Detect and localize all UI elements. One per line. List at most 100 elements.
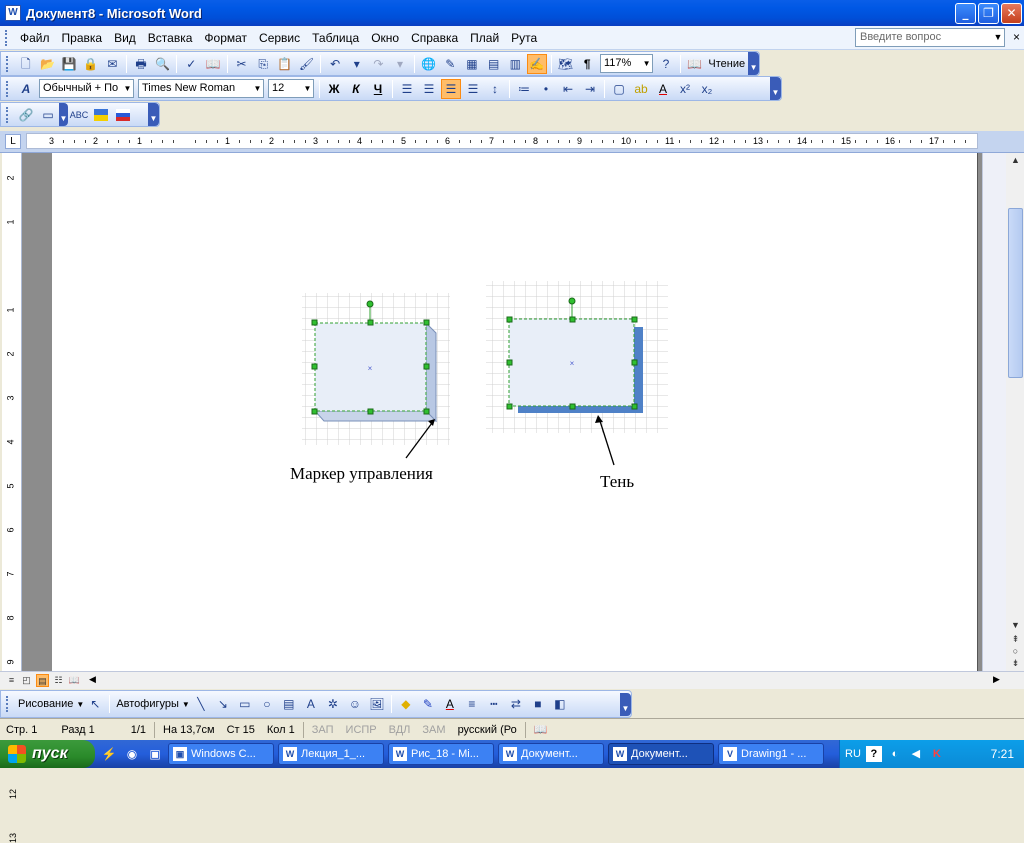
show-hide-icon[interactable]: ¶ (577, 54, 597, 74)
cut-icon[interactable]: ✂ (232, 54, 252, 74)
email-icon[interactable]: ✉ (103, 54, 123, 74)
track-changes-indicator[interactable]: ИСПР (340, 724, 383, 736)
line-color-icon[interactable]: ✎ (418, 694, 438, 714)
clock[interactable]: 7:21 (991, 747, 1014, 761)
scroll-down-icon[interactable]: ▼ (1008, 620, 1023, 632)
help-search-input[interactable]: Введите вопрос (855, 28, 1005, 47)
dash-style-icon[interactable]: ┅ (484, 694, 504, 714)
font-color-icon[interactable]: A (653, 79, 673, 99)
help-dropdown-icon[interactable]: ▼ (991, 28, 1005, 47)
resize-handle[interactable] (367, 408, 374, 415)
toolbar-options-icon[interactable]: ▼ (59, 103, 68, 126)
bold-button[interactable]: Ж (324, 79, 344, 99)
toolbar-grip[interactable] (5, 29, 8, 46)
resize-handle[interactable] (311, 319, 318, 326)
toolbar-grip[interactable] (6, 55, 9, 72)
textbox-icon[interactable]: ▤ (279, 694, 299, 714)
volume-icon[interactable]: ◀ (908, 746, 924, 762)
resize-handle[interactable] (311, 363, 318, 370)
print-icon[interactable]: 🖶 (131, 54, 151, 74)
print-layout-icon[interactable]: ▤ (36, 674, 49, 687)
toolbar-options-icon[interactable]: ▼ (148, 103, 159, 126)
save-icon[interactable]: 💾 (59, 54, 79, 74)
menu-insert[interactable]: Вставка (142, 29, 199, 47)
3d-style-icon[interactable]: ◧ (550, 694, 570, 714)
task-lecture[interactable]: W Лекция_1_... (278, 743, 384, 765)
hyperlink-icon[interactable]: 🌐 (419, 54, 439, 74)
increase-indent-icon[interactable]: ⇥ (580, 79, 600, 99)
task-figure-18[interactable]: W Рис_18 - Mi... (388, 743, 494, 765)
format-painter-icon[interactable]: 🖌 (297, 54, 317, 74)
borders-icon[interactable]: ▢ (609, 79, 629, 99)
menu-ruta[interactable]: Рута (505, 29, 543, 47)
task-document-b[interactable]: W Документ... (608, 743, 714, 765)
font-size-select[interactable]: 12 ▼ (268, 79, 314, 98)
horizontal-scrollbar[interactable]: ≡ ◰ ▤ ☷ 📖 ◀ ▶ (0, 671, 1024, 689)
network-icon[interactable]: ◐ (887, 746, 903, 762)
next-page-icon[interactable]: ⇟ (1008, 658, 1023, 670)
document-page[interactable]: × Маркер управления × Тень (52, 153, 978, 671)
menu-plai[interactable]: Плай (464, 29, 505, 47)
menu-window[interactable]: Окно (365, 29, 405, 47)
chevron-down-icon[interactable]: ▼ (122, 80, 133, 97)
picture-icon[interactable]: 🖼 (367, 694, 387, 714)
help-icon[interactable]: ? (656, 54, 676, 74)
resize-handle[interactable] (423, 408, 430, 415)
undo-icon[interactable]: ↶ (325, 54, 345, 74)
link-icon[interactable]: 🔗 (16, 105, 36, 125)
paste-icon[interactable]: 📋 (275, 54, 295, 74)
wordart-icon[interactable]: A (301, 694, 321, 714)
menu-file[interactable]: Файл (14, 29, 56, 47)
resize-handle[interactable] (631, 403, 638, 410)
resize-handle[interactable] (311, 408, 318, 415)
ukraine-flag-icon[interactable] (91, 105, 111, 125)
underline-button[interactable]: Ч (368, 79, 388, 99)
style-select[interactable]: Обычный + По г ▼ (39, 79, 134, 98)
overtype-indicator[interactable]: ЗАМ (416, 724, 451, 736)
menu-help[interactable]: Справка (405, 29, 464, 47)
reading-view-icon[interactable]: 📖 (68, 674, 81, 687)
resize-handle[interactable] (631, 359, 638, 366)
task-document-a[interactable]: W Документ... (498, 743, 604, 765)
spelling-status-icon[interactable]: 📖 (528, 723, 554, 736)
resize-handle[interactable] (569, 403, 576, 410)
zoom-select[interactable]: 117% ▼ (600, 54, 654, 73)
spelling-icon[interactable]: ✓ (181, 54, 201, 74)
document-map-icon[interactable]: 🗺 (556, 54, 576, 74)
word-app-icon[interactable]: W (5, 5, 21, 21)
frame-icon[interactable]: ▭ (38, 105, 58, 125)
redo-dropdown-icon[interactable]: ▾ (390, 54, 410, 74)
autoshapes-button[interactable]: Автофигуры (113, 698, 182, 710)
resize-handle[interactable] (367, 319, 374, 326)
drawing-icon[interactable]: ✍ (527, 53, 547, 74)
spellcheck-icon[interactable]: ABC (69, 105, 89, 125)
antivirus-icon[interactable]: K (929, 746, 945, 762)
italic-button[interactable]: К (346, 79, 366, 99)
clipart-icon[interactable]: ☺ (345, 694, 365, 714)
chevron-down-icon[interactable]: ▼ (252, 80, 263, 97)
menu-view[interactable]: Вид (108, 29, 142, 47)
drawing-menu-button[interactable]: Рисование (15, 698, 76, 710)
russia-flag-icon[interactable] (113, 105, 133, 125)
web-view-icon[interactable]: ◰ (20, 674, 33, 687)
oval-icon[interactable]: ○ (257, 694, 277, 714)
resize-handle[interactable] (506, 316, 513, 323)
permission-icon[interactable]: 🔒 (81, 54, 101, 74)
quicklaunch-media-icon[interactable]: ◉ (123, 745, 141, 763)
print-preview-icon[interactable]: 🔍 (153, 54, 173, 74)
numbering-icon[interactable]: ≔ (514, 79, 534, 99)
resize-handle[interactable] (423, 363, 430, 370)
justify-icon[interactable]: ☰ (463, 79, 483, 99)
columns-icon[interactable]: ▥ (505, 54, 525, 74)
toolbar-grip[interactable] (6, 80, 9, 97)
quicklaunch-winamp-icon[interactable]: ⚡ (100, 745, 118, 763)
resize-handle[interactable] (569, 316, 576, 323)
font-select[interactable]: Times New Roman ▼ (138, 79, 264, 98)
shadow-style-icon[interactable]: ■ (528, 694, 548, 714)
restore-button[interactable]: ❐ (978, 3, 999, 24)
line-icon[interactable]: ╲ (191, 694, 211, 714)
tables-borders-icon[interactable]: ✎ (441, 54, 461, 74)
undo-dropdown-icon[interactable]: ▾ (347, 54, 367, 74)
research-icon[interactable]: 📖 (203, 54, 223, 74)
line-spacing-icon[interactable]: ↕ (485, 79, 505, 99)
